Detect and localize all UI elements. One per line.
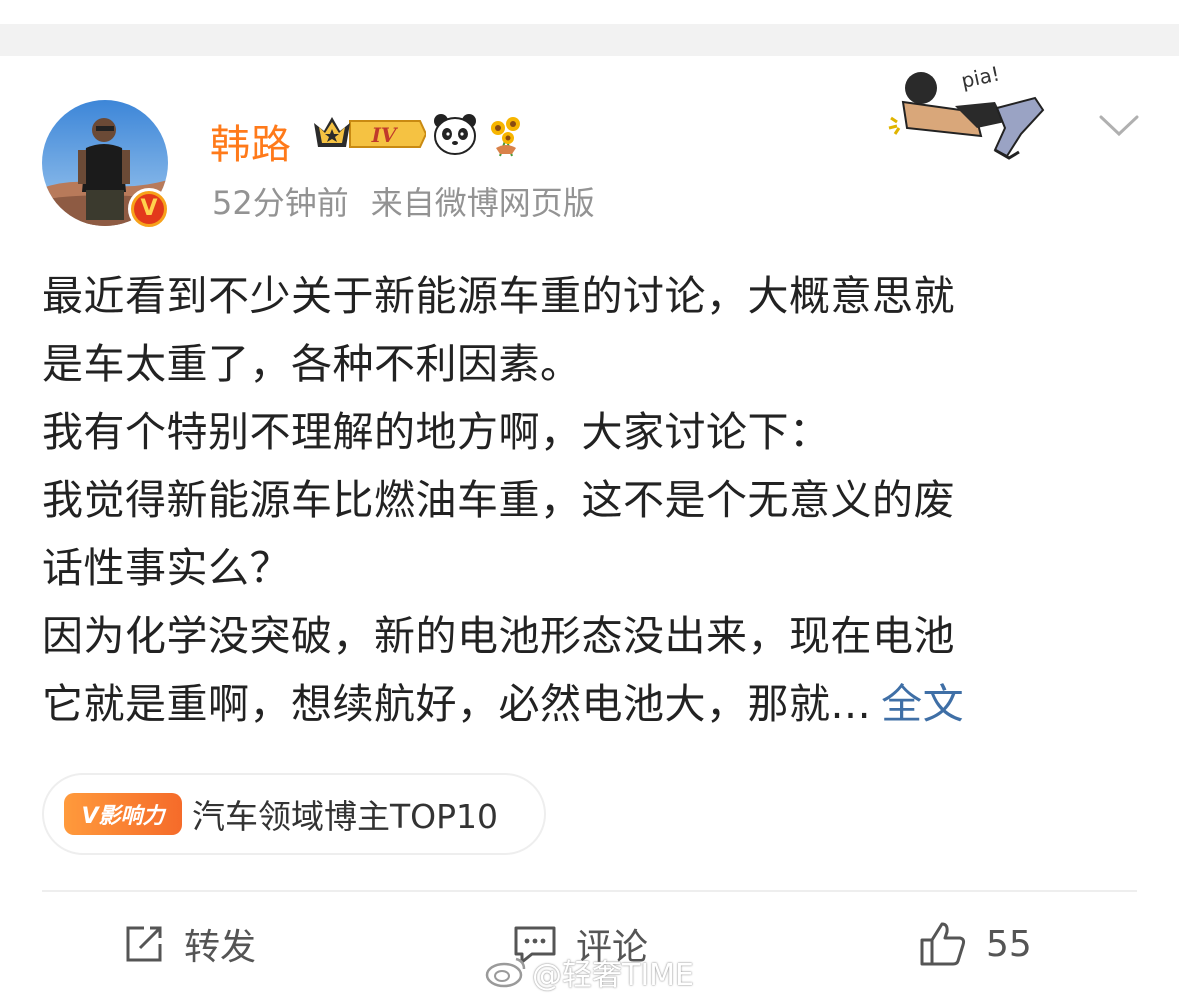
post-line: 因为化学没突破，新的电池形态没出来，现在电池 bbox=[42, 612, 955, 660]
like-count: 55 bbox=[986, 923, 1032, 965]
decorative-sticker: pia! bbox=[885, 61, 1055, 166]
influence-badge[interactable]: V影响力 汽车领域博主TOP10 bbox=[42, 773, 546, 855]
full-text-link[interactable]: 全文 bbox=[881, 680, 964, 728]
divider bbox=[42, 890, 1137, 892]
post-line: 它就是重啊，想续航好，必然电池大，那就... bbox=[42, 680, 872, 728]
like-icon bbox=[920, 922, 966, 966]
top-gap bbox=[0, 0, 1179, 56]
repost-button[interactable]: 转发 bbox=[122, 918, 256, 970]
post-line-last: 它就是重啊，想续航好，必然电池大，那就... 全文 bbox=[42, 670, 1142, 738]
post-meta: 52分钟前 来自微博网页版 bbox=[212, 178, 595, 224]
watermark: @轻奢TIME bbox=[484, 950, 694, 994]
sunflower-icon[interactable] bbox=[486, 114, 526, 162]
post-line: 我觉得新能源车比燃油车重，这不是个无意义的废 bbox=[42, 476, 955, 524]
post-time[interactable]: 52分钟前 bbox=[212, 184, 349, 222]
repost-label: 转发 bbox=[184, 927, 257, 968]
post-line: 最近看到不少关于新能源车重的讨论，大概意思就 bbox=[42, 272, 955, 320]
post-source: 来自微博网页版 bbox=[370, 184, 595, 222]
influence-tag: V影响力 bbox=[64, 793, 182, 835]
watermark-text: @轻奢TIME bbox=[532, 958, 695, 993]
weibo-logo-icon bbox=[485, 957, 526, 988]
verified-badge: V bbox=[128, 188, 170, 230]
verified-mark: V bbox=[134, 194, 164, 224]
post-text: 最近看到不少关于新能源车重的讨论，大概意思就 是车太重了，各种不利因素。 我有个… bbox=[42, 262, 1142, 738]
vip-level: IV bbox=[371, 123, 399, 147]
repost-icon bbox=[126, 926, 162, 962]
vip-crown-icon[interactable]: IV bbox=[310, 113, 428, 159]
panda-icon[interactable] bbox=[432, 112, 478, 160]
author-name[interactable]: 韩路 bbox=[210, 112, 292, 170]
sticker-caption: pia! bbox=[959, 62, 1002, 93]
like-button[interactable]: 55 bbox=[918, 918, 1032, 970]
influence-text: 汽车领域博主TOP10 bbox=[192, 797, 499, 836]
post-line: 话性事实么？ bbox=[42, 544, 291, 592]
post-line: 我有个特别不理解的地方啊，大家讨论下： bbox=[42, 408, 831, 456]
post-line: 是车太重了，各种不利因素。 bbox=[42, 340, 582, 388]
chevron-down-icon[interactable] bbox=[1098, 112, 1140, 144]
